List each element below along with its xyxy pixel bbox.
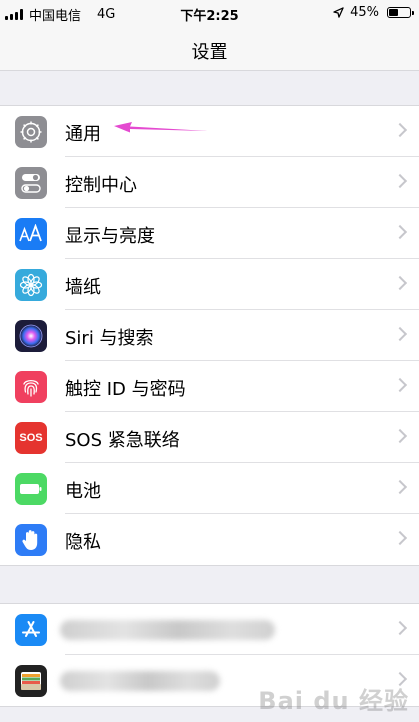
app-store-icon [15, 614, 47, 646]
chevron-right-icon [392, 224, 408, 240]
chevron-right-icon [392, 122, 408, 138]
gear-icon [15, 116, 47, 148]
chevron-right-icon [392, 620, 408, 636]
settings-item-label: 显示与亮度 [65, 226, 155, 247]
settings-item-general[interactable]: 通用 [0, 106, 419, 157]
settings-item-wallpaper[interactable]: 墙纸 [0, 259, 419, 310]
settings-item-siri-search[interactable]: Siri 与搜索 [0, 310, 419, 361]
battery-level-fill [389, 9, 398, 16]
chevron-right-icon [392, 530, 408, 546]
settings-item-label: 墙纸 [65, 277, 101, 298]
chevron-right-icon [392, 173, 408, 189]
wallet-icon [15, 665, 47, 697]
settings-item-battery[interactable]: 电池 [0, 463, 419, 514]
settings-item-label: 隐私 [65, 532, 101, 553]
chevron-right-icon [392, 275, 408, 291]
settings-item-privacy[interactable]: 隐私 [0, 514, 419, 565]
settings-list: 通用 控制中心 显示与亮度 墙纸 Siri 与搜索 触控 ID 与密码 SOS … [0, 105, 419, 566]
watermark: Bai du 经验 [258, 687, 409, 715]
status-bar-right: 45% [333, 5, 414, 20]
settings-item-label: 通用 [65, 124, 101, 145]
settings-item-label: SOS 紧急联络 [65, 430, 180, 451]
settings-item-label: 电池 [65, 481, 101, 502]
settings-item-display-brightness[interactable]: 显示与亮度 [0, 208, 419, 259]
aa-display-icon [15, 218, 47, 250]
annotation-arrow-icon [114, 122, 208, 133]
navigation-bar: 设置 [0, 26, 419, 71]
page-title: 设置 [191, 42, 228, 63]
fingerprint-icon [15, 371, 47, 403]
hand-icon [15, 524, 47, 556]
sos-icon: SOS [15, 422, 47, 454]
chevron-right-icon [392, 377, 408, 393]
settings-item-emergency-sos[interactable]: SOS SOS 紧急联络 [0, 412, 419, 463]
blurred-label [60, 620, 275, 640]
location-arrow-icon [333, 7, 344, 18]
settings-item-label: 控制中心 [65, 175, 137, 196]
blurred-label [60, 671, 220, 691]
flower-icon [15, 269, 47, 301]
settings-item-app-store[interactable] [0, 604, 419, 655]
settings-item-touch-id-passcode[interactable]: 触控 ID 与密码 [0, 361, 419, 412]
chevron-right-icon [392, 428, 408, 444]
status-bar: 中国电信 4G 下午2:25 45% [0, 0, 419, 26]
siri-icon [15, 320, 47, 352]
settings-item-label: 触控 ID 与密码 [65, 379, 186, 400]
settings-item-label: Siri 与搜索 [65, 328, 154, 349]
chevron-right-icon [392, 326, 408, 342]
toggles-icon [15, 167, 47, 199]
chevron-right-icon [392, 479, 408, 495]
battery-icon [387, 7, 414, 18]
battery-percent: 45% [350, 5, 379, 20]
settings-item-control-center[interactable]: 控制中心 [0, 157, 419, 208]
battery-icon [15, 473, 47, 505]
sos-icon-text: SOS [19, 432, 43, 444]
